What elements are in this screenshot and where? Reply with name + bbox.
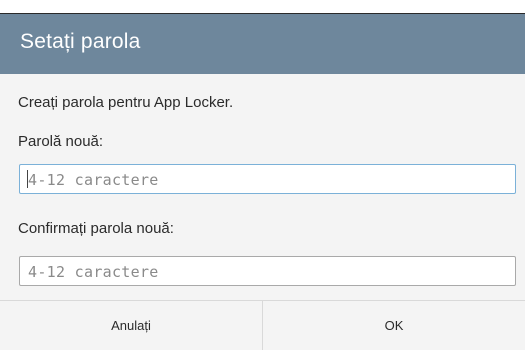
new-password-input[interactable]: 4-12 caractere (19, 164, 516, 194)
confirm-password-input[interactable]: 4-12 caractere (19, 256, 516, 286)
dialog-title: Setați parola (20, 30, 141, 53)
set-password-dialog: Setați parola Creați parola pentru App L… (0, 0, 525, 350)
dialog-message: Creați parola pentru App Locker. (18, 94, 234, 111)
cancel-button[interactable]: Anulați (0, 301, 263, 350)
dialog-content: Creați parola pentru App Locker. Parolă … (0, 74, 525, 300)
new-password-placeholder: 4-12 caractere (28, 171, 159, 189)
new-password-label: Parolă nouă: (18, 133, 104, 150)
confirm-password-placeholder: 4-12 caractere (28, 263, 159, 281)
dialog-title-bar: Setați parola (0, 14, 525, 74)
top-edge (0, 0, 525, 14)
ok-button[interactable]: OK (263, 301, 525, 350)
dialog-button-bar: Anulați OK (0, 300, 525, 350)
confirm-password-label: Confirmați parola nouă: (18, 220, 174, 237)
